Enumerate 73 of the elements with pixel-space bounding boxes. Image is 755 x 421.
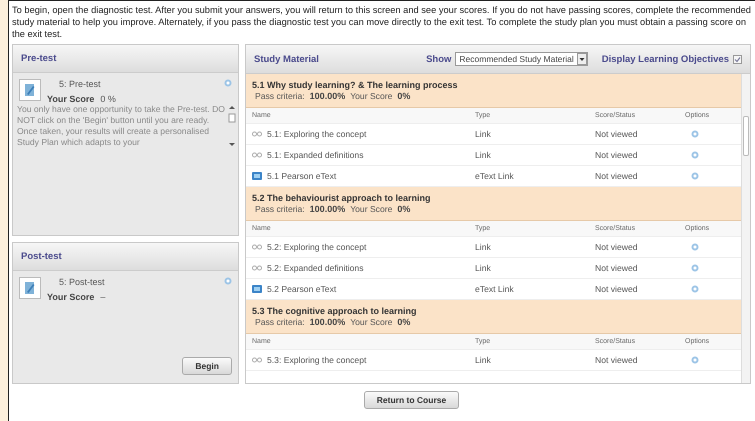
section-title: 5.1 Why study learning? & The learning process — [252, 80, 459, 90]
panel-title: Pre-test — [21, 53, 56, 64]
type-cell-text: Link — [475, 263, 492, 273]
link-icon — [252, 244, 262, 250]
material-link[interactable]: 5.3: Exploring the concept — [267, 355, 366, 365]
score-label: Your Score — [47, 292, 94, 302]
description-text: You only have one opportunity to take the Pre-test. DO NOT click on the 'Begin' button until you are ready. Once taken, your results will create a personalised Study Plan which adapts to your — [17, 104, 226, 148]
objectives-label: Display Learning Objectives — [602, 54, 729, 64]
score-label: Your Score — [350, 317, 392, 327]
status-cell-text: Not viewed — [595, 171, 639, 181]
link-icon — [252, 152, 262, 158]
dropdown-icon — [576, 53, 587, 65]
options-icon[interactable] — [691, 264, 699, 272]
score-value: 0% — [397, 91, 410, 101]
link-icon — [252, 265, 262, 271]
book-icon — [252, 171, 262, 181]
options-icon[interactable] — [691, 356, 699, 364]
type-cell-text: Link — [475, 355, 492, 365]
panel-title: Post-test — [21, 251, 62, 262]
type-cell-text: Link — [475, 129, 492, 139]
options-icon[interactable] — [224, 79, 232, 87]
scrollbar-icon — [228, 104, 236, 148]
status-cell-text: Not viewed — [595, 284, 639, 294]
link-icon — [252, 131, 262, 137]
pass-label: Pass criteria: — [255, 91, 305, 101]
score-label: Your Score — [350, 204, 392, 214]
section-title: 5.3 The cognitive approach to learning — [252, 306, 418, 316]
score-label: Your Score — [350, 91, 392, 101]
score-value: 0% — [397, 204, 410, 214]
score-value: 0 % — [100, 94, 116, 104]
options-icon[interactable] — [691, 130, 699, 138]
material-link[interactable]: 5.1: Expanded definitions — [267, 150, 364, 160]
material-link[interactable]: 5.2: Exploring the concept — [267, 242, 366, 252]
type-cell-text: Link — [475, 242, 492, 252]
document-icon — [19, 277, 41, 299]
book-icon — [252, 284, 262, 294]
material-link[interactable]: 5.2: Expanded definitions — [267, 263, 364, 273]
options-icon[interactable] — [691, 151, 699, 159]
status-cell-text: Not viewed — [595, 242, 639, 252]
show-label: Show — [426, 54, 452, 64]
objectives-checkbox[interactable] — [733, 54, 742, 64]
options-icon[interactable] — [691, 285, 699, 293]
pass-label: Pass criteria: — [255, 204, 305, 214]
material-link[interactable]: 5.1: Exploring the concept — [267, 129, 366, 139]
document-icon — [19, 79, 41, 101]
status-cell-text: Not viewed — [595, 150, 639, 160]
show-dropdown[interactable]: Recommended Study Material — [455, 52, 588, 66]
instructions-text: To begin, open the diagnostic test. After you submit your answers, you will return to this screen and see your scores. If you do not have passing scores, complete the recommended study material to help you improve. Alternately, if you pass the diagnostic test you can move directly to the exit test. To complete the study plan you must obtain a passing score on the exit test. — [12, 4, 751, 40]
pass-value: 100.00% — [310, 91, 346, 101]
pass-value: 100.00% — [310, 317, 346, 327]
options-icon[interactable] — [691, 243, 699, 251]
options-icon[interactable] — [224, 277, 232, 285]
test-link[interactable]: 5: Pre-test — [59, 79, 101, 89]
score-label: Your Score — [47, 94, 94, 104]
type-cell-text: eText Link — [475, 284, 515, 294]
pass-label: Pass criteria: — [255, 317, 305, 327]
section-title: 5.2 The behaviourist approach to learning — [252, 193, 432, 203]
status-cell-text: Not viewed — [595, 263, 639, 273]
return-button[interactable]: Return to Course — [364, 391, 460, 409]
type-cell-text: Link — [475, 150, 492, 160]
score-value: 0% — [397, 317, 410, 327]
material-link[interactable]: 5.2 Pearson eText — [267, 284, 336, 294]
pass-value: 100.00% — [310, 204, 346, 214]
options-icon[interactable] — [691, 172, 699, 180]
begin-button[interactable]: Begin — [182, 357, 232, 375]
panel-title: Study Material — [254, 54, 319, 64]
material-link[interactable]: 5.1 Pearson eText — [267, 171, 336, 181]
score-value: – — [100, 292, 106, 302]
status-cell-text: Not viewed — [595, 355, 639, 365]
type-cell-text: eText Link — [475, 171, 515, 181]
status-cell-text: Not viewed — [595, 129, 639, 139]
test-link[interactable]: 5: Post-test — [59, 277, 105, 287]
link-icon — [252, 357, 262, 363]
